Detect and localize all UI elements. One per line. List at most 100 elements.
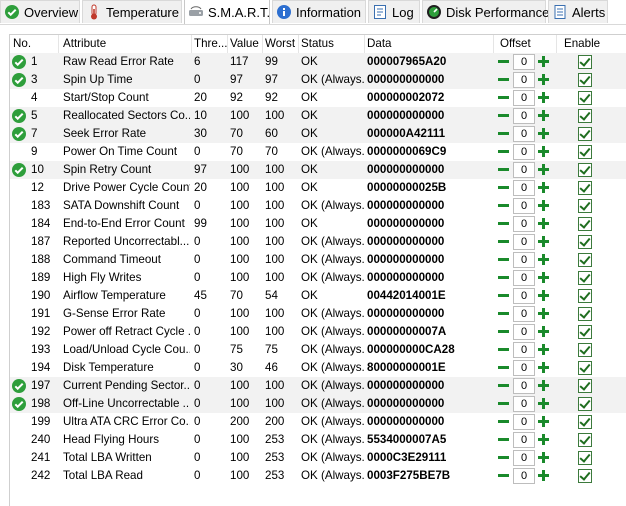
offset-stepper[interactable]: 0 — [496, 162, 550, 178]
offset-stepper[interactable]: 0 — [496, 378, 551, 394]
table-row[interactable]: 7 Seek Error Rate 30 70 60 OK 000000A42111 0 — [10, 125, 626, 143]
offset-value[interactable]: 0 — [513, 234, 535, 250]
offset-value[interactable]: 0 — [513, 396, 535, 412]
increment-button[interactable] — [536, 108, 551, 123]
enable-checkbox[interactable] — [578, 271, 592, 285]
table-row[interactable]: 190 Airflow Temperature 45 70 54 OK 0044201400… — [10, 287, 626, 305]
increment-button[interactable] — [536, 72, 551, 87]
enable-checkbox[interactable] — [578, 109, 592, 123]
header-data[interactable]: Data — [367, 35, 487, 53]
decrement-button[interactable] — [496, 378, 511, 393]
enable-checkbox[interactable] — [578, 181, 592, 195]
tab-overview[interactable]: Overview — [0, 0, 80, 23]
offset-stepper[interactable]: 0 — [496, 324, 551, 340]
increment-button[interactable] — [536, 288, 551, 303]
offset-stepper[interactable]: 0 — [496, 342, 551, 358]
increment-button[interactable] — [536, 324, 551, 339]
table-row[interactable]: 188Command Timeout0100100OK (Always...00… — [10, 251, 626, 269]
decrement-button[interactable] — [496, 324, 511, 339]
offset-value[interactable]: 0 — [513, 360, 535, 376]
decrement-button[interactable] — [496, 306, 511, 321]
table-row[interactable]: 242Total LBA Read0100253OK (Always...000… — [10, 467, 626, 485]
offset-value[interactable]: 0 — [513, 324, 535, 340]
increment-button[interactable] — [536, 90, 551, 105]
offset-stepper[interactable]: 0 — [496, 360, 550, 376]
header-enable[interactable]: Enable — [564, 35, 609, 53]
offset-value[interactable]: 0 — [513, 432, 535, 448]
table-row[interactable]: 241 Total LBA Written 0 100 253 OK (Always...… — [10, 449, 626, 467]
tab-smart[interactable]: S.M.A.R.T. — [184, 0, 270, 24]
offset-stepper[interactable]: 0 — [496, 270, 550, 286]
offset-value[interactable]: 0 — [513, 288, 535, 304]
increment-button[interactable] — [536, 216, 551, 231]
enable-checkbox[interactable] — [578, 127, 592, 141]
increment-button[interactable] — [536, 414, 551, 429]
increment-button[interactable] — [536, 396, 551, 411]
offset-stepper[interactable]: 0 — [496, 432, 550, 448]
increment-button[interactable] — [536, 54, 551, 69]
decrement-button[interactable] — [496, 432, 511, 447]
decrement-button[interactable] — [496, 162, 511, 177]
table-row[interactable]: 12 Drive Power Cycle Count 20 100 100 OK 00000… — [10, 179, 626, 197]
offset-value[interactable]: 0 — [513, 72, 535, 88]
increment-button[interactable] — [536, 342, 551, 357]
offset-stepper[interactable]: 0 — [496, 108, 551, 124]
enable-checkbox[interactable] — [578, 163, 592, 177]
enable-checkbox[interactable] — [578, 307, 592, 321]
table-row[interactable]: 183 SATA Downshift Count 0 100 100 OK (Always… — [10, 197, 626, 215]
increment-button[interactable] — [536, 180, 551, 195]
offset-value[interactable]: 0 — [513, 414, 535, 430]
offset-stepper[interactable]: 0 — [496, 198, 550, 214]
decrement-button[interactable] — [496, 270, 511, 285]
enable-checkbox[interactable] — [578, 433, 592, 447]
decrement-button[interactable] — [496, 144, 511, 159]
enable-checkbox[interactable] — [578, 289, 592, 303]
offset-stepper[interactable]: 0 — [496, 306, 551, 322]
enable-checkbox[interactable] — [578, 361, 592, 375]
decrement-button[interactable] — [496, 72, 511, 87]
table-row[interactable]: 3Spin Up Time09797OK (Always...000000000… — [10, 71, 626, 89]
enable-checkbox[interactable] — [578, 451, 592, 465]
table-row[interactable]: 187 Reported Uncorrectabl... 0 100 100 OK (Al… — [10, 233, 626, 251]
enable-checkbox[interactable] — [578, 253, 592, 267]
increment-button[interactable] — [536, 468, 551, 483]
enable-checkbox[interactable] — [578, 73, 592, 87]
offset-value[interactable]: 0 — [513, 180, 535, 196]
offset-value[interactable]: 0 — [513, 162, 535, 178]
header-threshold[interactable]: Thre... — [194, 35, 228, 53]
table-row[interactable]: 240 Head Flying Hours 0 100 253 OK (Always...… — [10, 431, 626, 449]
table-row[interactable]: 184 End-to-End Error Count 99 100 100 OK 00000… — [10, 215, 626, 233]
decrement-button[interactable] — [496, 180, 511, 195]
tab-disk-performance[interactable]: Disk Performance — [422, 0, 549, 23]
decrement-button[interactable] — [496, 54, 511, 69]
tab-alerts[interactable]: Alerts — [548, 0, 608, 23]
tab-log[interactable]: Log — [368, 0, 420, 23]
header-status[interactable]: Status — [301, 35, 363, 53]
tab-information[interactable]: Information — [272, 0, 366, 23]
offset-stepper[interactable]: 0 — [496, 252, 550, 268]
enable-checkbox[interactable] — [578, 55, 592, 69]
offset-value[interactable]: 0 — [513, 216, 535, 232]
offset-stepper[interactable]: 0 — [496, 414, 551, 430]
enable-checkbox[interactable] — [578, 469, 592, 483]
offset-value[interactable]: 0 — [513, 90, 535, 106]
enable-checkbox[interactable] — [578, 235, 592, 249]
enable-checkbox[interactable] — [578, 145, 592, 159]
header-value[interactable]: Value — [230, 35, 262, 53]
tab-temperature[interactable]: Temperature — [82, 0, 182, 23]
increment-button[interactable] — [536, 144, 551, 159]
offset-stepper[interactable]: 0 — [496, 144, 551, 160]
enable-checkbox[interactable] — [578, 397, 592, 411]
offset-value[interactable]: 0 — [513, 378, 535, 394]
offset-stepper[interactable]: 0 — [496, 450, 550, 466]
increment-button[interactable] — [536, 306, 551, 321]
table-row[interactable]: 189High Fly Writes0100100OK (Always...00… — [10, 269, 626, 287]
increment-button[interactable] — [536, 378, 551, 393]
decrement-button[interactable] — [496, 342, 511, 357]
offset-stepper[interactable]: 0 — [496, 468, 551, 484]
decrement-button[interactable] — [496, 288, 511, 303]
offset-value[interactable]: 0 — [513, 252, 535, 268]
enable-checkbox[interactable] — [578, 343, 592, 357]
decrement-button[interactable] — [496, 234, 511, 249]
table-row[interactable]: 192 Power off Retract Cycle ... 0 100 100 OK … — [10, 323, 626, 341]
